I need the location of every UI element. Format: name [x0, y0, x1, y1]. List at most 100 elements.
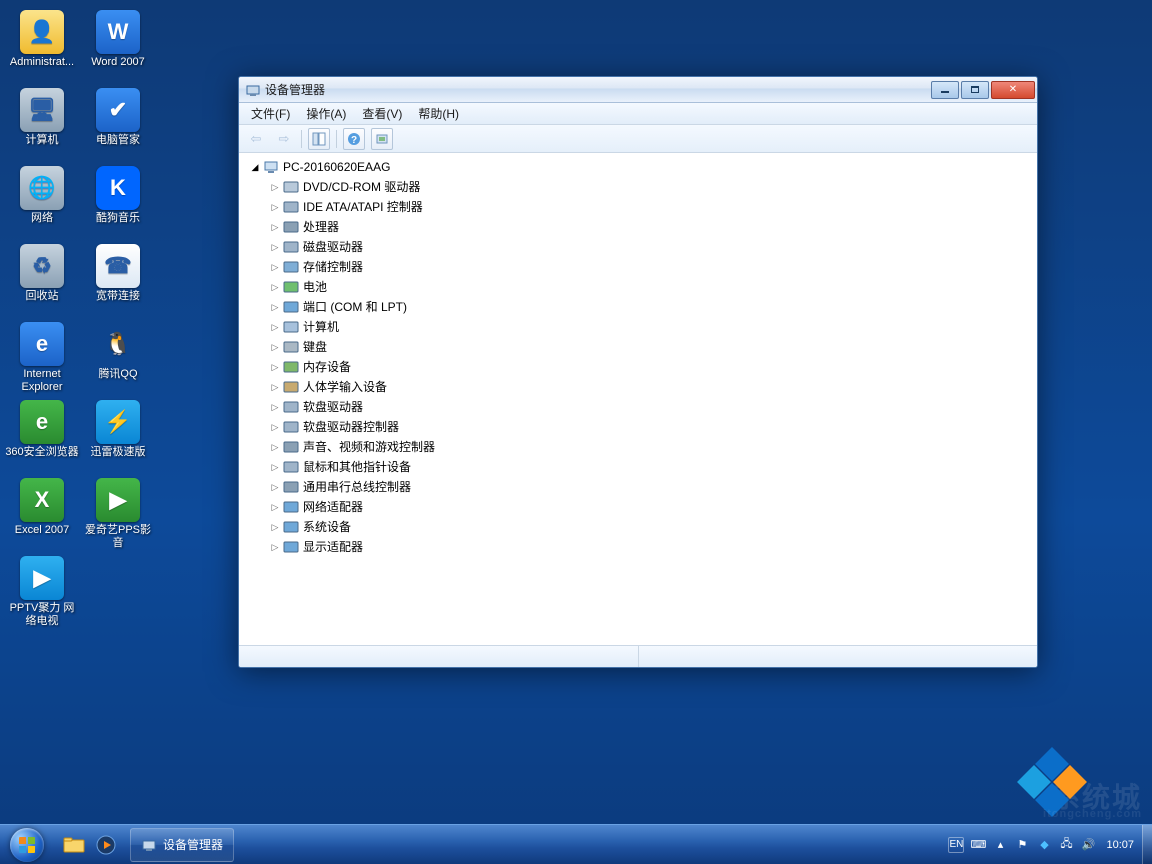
minimize-button[interactable] [931, 81, 959, 99]
tray-flag-icon[interactable]: ⚑ [1014, 837, 1030, 853]
desktop-icon-thunder[interactable]: ⚡迅雷极速版 [80, 396, 156, 474]
expand-icon[interactable]: ▷ [269, 457, 281, 477]
excel-icon: X [20, 478, 64, 522]
hid-icon [283, 379, 299, 395]
expand-icon[interactable]: ▷ [269, 437, 281, 457]
tree-category[interactable]: ▷通用串行总线控制器 [269, 477, 1037, 497]
desktop-icon-pc-manager[interactable]: ✔电脑管家 [80, 84, 156, 162]
expand-icon[interactable]: ▷ [269, 477, 281, 497]
usb-icon [283, 479, 299, 495]
tree-category[interactable]: ▷网络适配器 [269, 497, 1037, 517]
expand-icon[interactable]: ▷ [269, 297, 281, 317]
scan-hardware-button[interactable] [371, 128, 393, 150]
tree-category[interactable]: ▷鼠标和其他指针设备 [269, 457, 1037, 477]
menu-action[interactable]: 操作(A) [298, 103, 354, 124]
menu-view[interactable]: 查看(V) [354, 103, 410, 124]
tree-category[interactable]: ▷软盘驱动器 [269, 397, 1037, 417]
tree-category[interactable]: ▷内存设备 [269, 357, 1037, 377]
tree-root[interactable]: ◢ PC-20160620EAAG [249, 157, 1037, 177]
help-button[interactable]: ? [343, 128, 365, 150]
desktop-icon-recycle-bin[interactable]: ♻回收站 [4, 240, 80, 318]
forward-button[interactable]: ⇨ [273, 128, 295, 150]
expand-icon[interactable]: ▷ [269, 417, 281, 437]
task-device-manager[interactable]: 设备管理器 [130, 828, 234, 862]
expand-icon[interactable]: ▷ [269, 377, 281, 397]
expand-icon[interactable]: ▷ [269, 357, 281, 377]
titlebar[interactable]: 设备管理器 ✕ [239, 77, 1037, 103]
battery-icon [283, 279, 299, 295]
device-tree[interactable]: ◢ PC-20160620EAAG ▷DVD/CD-ROM 驱动器▷IDE AT… [239, 153, 1037, 645]
tree-category[interactable]: ▷存储控制器 [269, 257, 1037, 277]
tree-category[interactable]: ▷处理器 [269, 217, 1037, 237]
tray-volume-icon[interactable]: 🔊 [1080, 837, 1096, 853]
tree-category[interactable]: ▷ 显示适配器 [269, 537, 1037, 557]
desktop-icon-folder-user[interactable]: 👤Administrat... [4, 6, 80, 84]
desktop-icon-label: 腾讯QQ [98, 368, 137, 381]
expand-icon[interactable]: ◢ [249, 157, 261, 177]
tree-category[interactable]: ▷端口 (COM 和 LPT) [269, 297, 1037, 317]
tree-category-label: 计算机 [303, 317, 345, 337]
tray-clock[interactable]: 10:07 [1102, 839, 1138, 851]
expand-icon[interactable]: ▷ [269, 537, 281, 557]
tree-category[interactable]: ▷ 声音、视频和游戏控制器 [269, 437, 1037, 457]
word-icon: W [96, 10, 140, 54]
close-button[interactable]: ✕ [991, 81, 1035, 99]
expand-icon[interactable]: ▷ [269, 237, 281, 257]
computer-icon: 🖥 [20, 88, 64, 132]
tree-category[interactable]: ▷系统设备 [269, 517, 1037, 537]
menu-file[interactable]: 文件(F) [243, 103, 298, 124]
system-icon [283, 519, 299, 535]
menu-help[interactable]: 帮助(H) [410, 103, 467, 124]
expand-icon[interactable]: ▷ [269, 317, 281, 337]
desktop-icon-ie[interactable]: eInternet Explorer [4, 318, 80, 396]
tree-category[interactable]: ▷软盘驱动器控制器 [269, 417, 1037, 437]
tree-category[interactable]: ▷人体学输入设备 [269, 377, 1037, 397]
desktop-icon-pptv[interactable]: ▶PPTV聚力 网络电视 [4, 552, 80, 630]
desktop-icon-qq[interactable]: 🐧腾讯QQ [80, 318, 156, 396]
device-manager-window: 设备管理器 ✕ 文件(F) 操作(A) 查看(V) 帮助(H) ⇦ ⇨ ? ◢ [238, 76, 1038, 668]
start-button[interactable] [0, 825, 54, 864]
tree-category-label: 显示适配器 [303, 537, 369, 557]
tree-category[interactable]: ▷键盘 [269, 337, 1037, 357]
maximize-button[interactable] [961, 81, 989, 99]
desktop-icon-label: 360安全浏览器 [5, 446, 78, 459]
expand-icon[interactable]: ▷ [269, 257, 281, 277]
desktop-icon-computer[interactable]: 🖥计算机 [4, 84, 80, 162]
tree-category[interactable]: ▷IDE ATA/ATAPI 控制器 [269, 197, 1037, 217]
tray-arrow-icon[interactable]: ▴ [992, 837, 1008, 853]
desktop-icon-dialup[interactable]: ☎宽带连接 [80, 240, 156, 318]
show-hide-tree-button[interactable] [308, 128, 330, 150]
tree-category[interactable]: ▷磁盘驱动器 [269, 237, 1037, 257]
desktop-icon-360[interactable]: e 360安全浏览器 [4, 396, 80, 474]
expand-icon[interactable]: ▷ [269, 277, 281, 297]
expand-icon[interactable]: ▷ [269, 337, 281, 357]
lang-indicator[interactable]: EN [948, 837, 964, 853]
quicklaunch-explorer[interactable] [60, 831, 88, 859]
expand-icon[interactable]: ▷ [269, 397, 281, 417]
computer-root-icon [263, 159, 279, 175]
show-desktop-button[interactable] [1142, 825, 1152, 864]
360-icon: e [20, 400, 64, 444]
tray-pcmanager-icon[interactable]: ◆ [1036, 837, 1052, 853]
expand-icon[interactable]: ▷ [269, 497, 281, 517]
desktop-icon-iqiyi[interactable]: ▶爱奇艺PPS影音 [80, 474, 156, 552]
back-button[interactable]: ⇦ [245, 128, 267, 150]
tree-category[interactable]: ▷电池 [269, 277, 1037, 297]
quicklaunch-mediaplayer[interactable] [92, 831, 120, 859]
expand-icon[interactable]: ▷ [269, 217, 281, 237]
watermark: 系统城 itongcheng.com [1052, 776, 1142, 816]
desktop-icon-word[interactable]: WWord 2007 [80, 6, 156, 84]
tree-category[interactable]: ▷ 计算机 [269, 317, 1037, 337]
tree-category[interactable]: ▷DVD/CD-ROM 驱动器 [269, 177, 1037, 197]
tray-keyboard-icon[interactable]: ⌨ [970, 837, 986, 853]
expand-icon[interactable]: ▷ [269, 517, 281, 537]
expand-icon[interactable]: ▷ [269, 177, 281, 197]
desktop-icon-excel[interactable]: XExcel 2007 [4, 474, 80, 552]
desktop-icon-kugou[interactable]: K酷狗音乐 [80, 162, 156, 240]
desktop-icon-network[interactable]: 🌐网络 [4, 162, 80, 240]
expand-icon[interactable]: ▷ [269, 197, 281, 217]
tree-category-label: 声音、视频和游戏控制器 [303, 437, 441, 457]
recycle-bin-icon: ♻ [20, 244, 64, 288]
tray-network-icon[interactable]: 🖧 [1058, 837, 1074, 853]
memory-icon [283, 359, 299, 375]
